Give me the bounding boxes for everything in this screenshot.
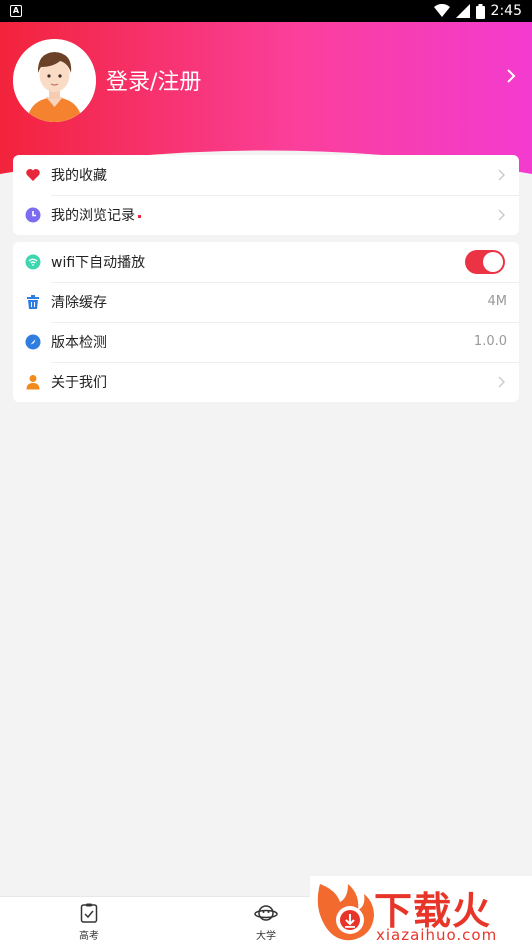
chevron-right-icon xyxy=(498,376,505,388)
menu-item-version-check[interactable]: 版本检测 1.0.0 xyxy=(13,322,519,362)
menu-item-label: 我的浏览记录 xyxy=(51,208,135,224)
wifi-circle-icon xyxy=(25,254,41,270)
flame-logo-icon xyxy=(317,884,374,941)
chevron-right-icon xyxy=(498,169,505,181)
clipboard-check-icon xyxy=(80,903,98,923)
menu-card-favorites: 我的收藏 我的浏览记录 xyxy=(13,155,519,235)
menu-item-favorites[interactable]: 我的收藏 xyxy=(13,155,519,195)
menu-item-label: 版本检测 xyxy=(51,335,107,351)
app-notification-icon: A xyxy=(10,5,22,17)
cellular-signal-icon xyxy=(455,4,470,18)
chevron-right-icon xyxy=(498,209,505,221)
login-register-link[interactable]: 登录/注册 xyxy=(106,64,201,96)
menu-item-label: 清除缓存 xyxy=(51,295,107,311)
tab-label: 高考 xyxy=(79,931,99,942)
profile-header[interactable]: 登录/注册 xyxy=(0,22,532,177)
person-icon xyxy=(26,375,40,390)
check-circle-icon xyxy=(25,334,41,350)
status-bar: A 2:45 xyxy=(0,0,532,22)
battery-icon xyxy=(475,3,485,19)
status-time: 2:45 xyxy=(490,3,522,19)
watermark-logo: 下载火 xiazaihuo.com xyxy=(310,876,532,946)
cache-size-value: 4M xyxy=(487,294,508,309)
menu-item-label: 关于我们 xyxy=(51,375,107,391)
toggle-knob xyxy=(483,252,503,272)
tab-label: 大学 xyxy=(256,931,276,942)
clock-icon xyxy=(25,207,41,223)
wifi-icon xyxy=(433,4,450,17)
planet-icon xyxy=(254,905,278,921)
version-value: 1.0.0 xyxy=(473,334,507,349)
menu-item-label: wifi下自动播放 xyxy=(51,255,146,271)
user-avatar[interactable] xyxy=(13,39,96,122)
menu-item-about[interactable]: 关于我们 xyxy=(13,362,519,402)
menu-item-wifi-autoplay: wifi下自动播放 xyxy=(13,242,519,282)
trash-icon xyxy=(27,295,39,309)
watermark-subtitle: xiazaihuo.com xyxy=(376,926,498,944)
menu-item-label: 我的收藏 xyxy=(51,168,107,184)
menu-item-history[interactable]: 我的浏览记录 xyxy=(13,195,519,235)
tab-gaokao[interactable]: 高考 xyxy=(59,903,119,942)
autoplay-toggle[interactable] xyxy=(465,250,505,274)
avatar-illustration xyxy=(13,39,96,122)
menu-card-settings: wifi下自动播放 清除缓存 4M 版本检测 1.0.0 关于我们 xyxy=(13,242,519,402)
new-dot-badge xyxy=(138,214,141,218)
heart-icon xyxy=(26,169,40,181)
tab-university[interactable]: 大学 xyxy=(236,903,296,942)
chevron-right-icon[interactable] xyxy=(506,68,516,84)
menu-item-clear-cache[interactable]: 清除缓存 4M xyxy=(13,282,519,322)
